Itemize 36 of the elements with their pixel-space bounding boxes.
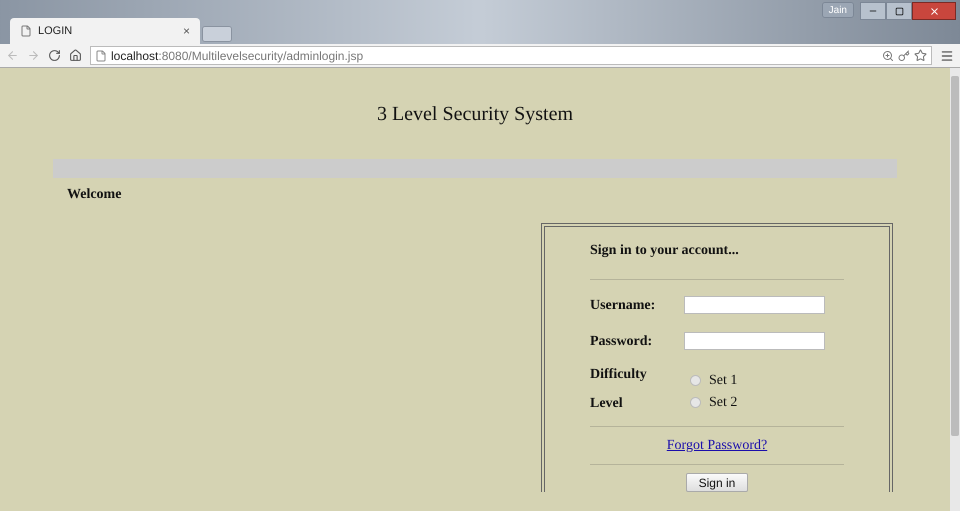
maximize-button[interactable]: [886, 2, 912, 20]
home-icon[interactable]: [69, 49, 82, 62]
page-icon: [20, 25, 32, 37]
input-field[interactable]: [684, 296, 825, 314]
sign-in-button[interactable]: Sign in: [686, 473, 748, 492]
new-tab-button[interactable]: [202, 26, 232, 42]
radio-button[interactable]: [690, 375, 701, 386]
radio-label: Set 1: [709, 372, 738, 390]
back-icon[interactable]: [6, 49, 19, 62]
close-icon: [928, 6, 940, 16]
radio-label: Set 2: [709, 394, 738, 412]
close-button[interactable]: [912, 2, 956, 20]
url-text: localhost:8080/Multilevelsecurity/adminlogin.jsp: [111, 48, 364, 64]
field-label: Username:: [590, 296, 656, 314]
difficulty-label: Level: [590, 395, 624, 413]
tab-close-button[interactable]: ×: [182, 22, 190, 40]
address-bar[interactable]: localhost:8080/Multilevelsecurity/adminlogin.jsp: [90, 46, 932, 65]
login-heading: Sign in to your account...: [590, 242, 740, 260]
tab-title: LOGIN: [38, 24, 74, 39]
scrollbar[interactable]: [950, 68, 960, 511]
browser-tab[interactable]: LOGIN ×: [10, 18, 200, 44]
page-title: 3 Level Security System: [376, 102, 574, 126]
field-label: Password:: [590, 332, 654, 350]
menu-icon[interactable]: [940, 48, 954, 62]
page-icon: [95, 50, 107, 62]
input-field[interactable]: [684, 332, 825, 350]
reload-icon[interactable]: [48, 49, 61, 62]
key-icon[interactable]: [898, 50, 910, 62]
star-icon[interactable]: [914, 49, 927, 62]
welcome-text: Welcome: [67, 186, 122, 204]
forgot-password-link[interactable]: Forgot Password?: [666, 435, 768, 456]
radio-button[interactable]: [690, 397, 701, 408]
zoom-icon[interactable]: [882, 50, 894, 62]
forward-icon[interactable]: [27, 49, 40, 62]
difficulty-label: Difficulty: [590, 366, 648, 384]
maximize-icon: [894, 6, 904, 16]
